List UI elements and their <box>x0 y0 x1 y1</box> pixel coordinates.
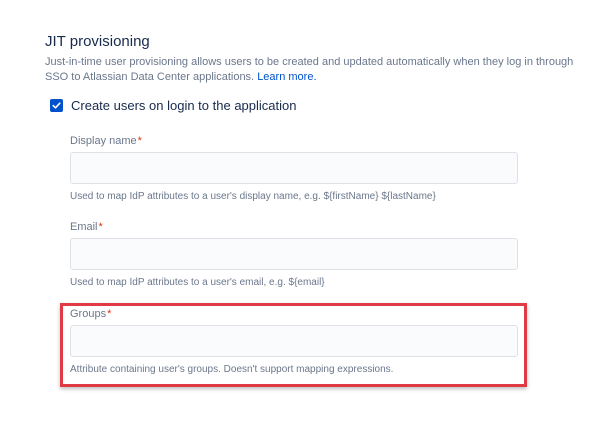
create-users-checkbox[interactable] <box>50 99 63 112</box>
display-name-label: Display name* <box>70 135 142 147</box>
checkmark-icon <box>52 102 61 109</box>
create-users-checkbox-label: Create users on login to the application <box>71 98 297 113</box>
email-helper: Used to map IdP attributes to a user's e… <box>70 277 325 288</box>
display-name-input[interactable] <box>70 152 518 184</box>
section-title: JIT provisioning <box>45 33 150 50</box>
email-label-text: Email <box>70 221 98 233</box>
display-name-helper: Used to map IdP attributes to a user's d… <box>70 191 436 202</box>
email-input[interactable] <box>70 238 518 270</box>
section-description: Just-in-time user provisioning allows us… <box>45 55 580 85</box>
required-asterisk: * <box>98 221 103 233</box>
create-users-checkbox-row[interactable]: Create users on login to the application <box>50 98 296 113</box>
email-label: Email* <box>70 221 103 233</box>
groups-highlight-box <box>60 303 527 387</box>
display-name-label-text: Display name <box>70 135 137 147</box>
required-asterisk: * <box>137 135 142 147</box>
learn-more-link[interactable]: Learn more. <box>257 71 316 83</box>
